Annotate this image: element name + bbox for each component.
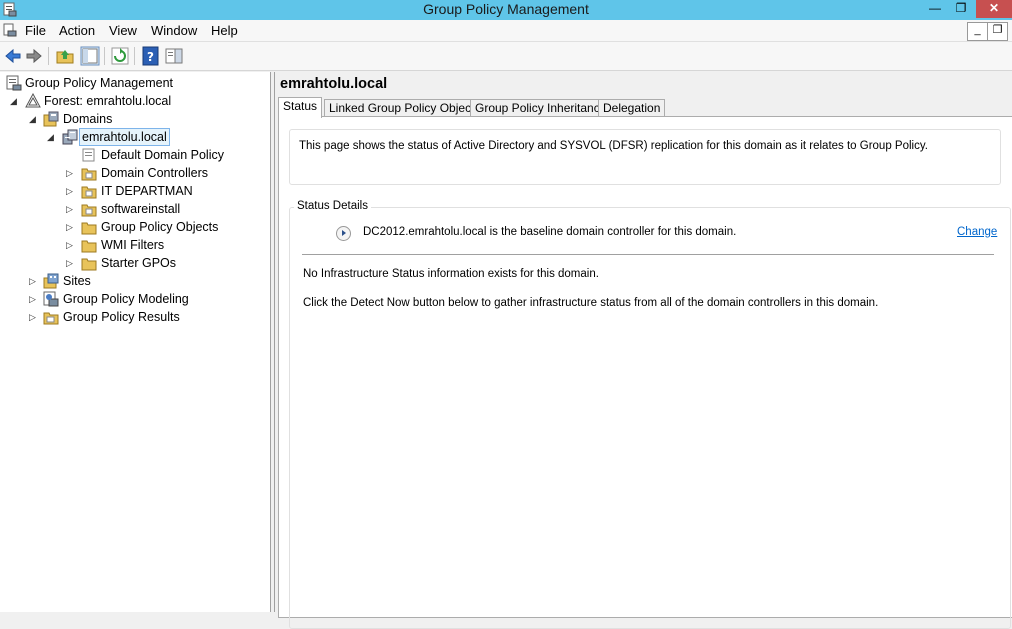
tree-node-it-departman[interactable]: ▷ IT DEPARTMAN [0,182,260,200]
pane-splitter[interactable] [271,72,275,612]
status-details-group: Status Details DC2012.emrahtolu.local is… [289,200,1011,629]
tree-label: IT DEPARTMAN [101,184,193,198]
sites-icon [43,273,59,289]
ou-folder-icon [81,186,97,199]
tree-label: Domains [63,112,113,126]
toolbar-separator [104,47,105,65]
tab-linked-gpos[interactable]: Linked Group Policy Objects [324,99,486,117]
title-bar: Group Policy Management — ❐ ✕ [0,0,1012,20]
svg-text:?: ? [147,50,154,64]
forest-icon [25,93,41,108]
menu-window[interactable]: Window [151,23,197,38]
tree-label: Forest: emrahtolu.local [44,94,172,108]
tab-delegation[interactable]: Delegation [598,99,666,117]
tree-label: softwareinstall [101,202,181,216]
gpo-link-icon [82,148,95,162]
menu-action[interactable]: Action [59,23,95,38]
domain-icon [62,129,78,145]
folder-icon [81,240,97,253]
expand-arrow-icon[interactable]: ▷ [66,200,76,218]
console-tree: Group Policy Management ◢ Forest: emraht… [0,72,271,612]
menu-help[interactable]: Help [211,23,238,38]
up-folder-icon[interactable] [55,46,75,66]
refresh-icon[interactable] [110,46,130,66]
tree-label: Group Policy Objects [101,220,219,234]
minimize-button[interactable]: — [922,0,948,18]
mdi-minimize-button[interactable]: _ [967,22,988,41]
tree-node-default-domain-policy[interactable]: Default Domain Policy [0,146,260,164]
status-tab-panel: This page shows the status of Active Dir… [278,116,1012,629]
menu-file[interactable]: File [25,23,46,38]
status-details-label: Status Details [294,200,371,212]
tree-label: Group Policy Modeling [63,292,189,306]
baseline-dc-text: DC2012.emrahtolu.local is the baseline d… [363,226,737,238]
tree-label: Group Policy Management [25,76,173,90]
domains-icon [43,111,59,127]
tree-node-group-policy-modeling[interactable]: ▷ Group Policy Modeling [0,290,260,308]
tree-node-forest[interactable]: ◢ Forest: emrahtolu.local [0,92,260,110]
show-hide-tree-icon[interactable] [80,46,100,66]
info-text: This page shows the status of Active Dir… [299,140,928,152]
folder-icon [81,222,97,235]
expand-arrow-icon[interactable]: ▷ [66,164,76,182]
gpmc-icon [6,75,22,91]
no-info-text: No Infrastructure Status information exi… [303,268,599,280]
tree-label: WMI Filters [101,238,165,252]
details-pane: emrahtolu.local Status Linked Group Poli… [276,72,1012,629]
toolbar-separator [134,47,135,65]
mdi-document-icon[interactable] [3,23,17,37]
action-pane-icon[interactable] [164,46,184,66]
collapse-arrow-icon[interactable]: ◢ [29,110,39,128]
tree-node-group-policy-results[interactable]: ▷ Group Policy Results [0,308,260,326]
back-icon[interactable] [3,46,23,66]
tab-gp-inheritance[interactable]: Group Policy Inheritance [470,99,612,117]
expand-arrow-icon[interactable]: ▷ [66,182,76,200]
toolbar-separator [48,47,49,65]
menu-bar: File Action View Window Help _ ❐ [0,20,1012,42]
tree-node-domain[interactable]: ◢ emrahtolu.local [0,128,260,146]
expand-arrow-icon[interactable]: ▷ [29,272,39,290]
tree-label: Domain Controllers [101,166,208,180]
mdi-restore-button[interactable]: ❐ [987,22,1008,41]
tree-node-wmi-filters[interactable]: ▷ WMI Filters [0,236,260,254]
toolbar: ? [0,42,1012,71]
tree-label: Default Domain Policy [101,148,224,162]
page-title: emrahtolu.local [280,76,388,92]
tree-label: emrahtolu.local [79,128,170,146]
menu-view[interactable]: View [109,23,137,38]
tree-node-domains[interactable]: ◢ Domains [0,110,260,128]
ou-folder-icon [81,204,97,217]
close-button[interactable]: ✕ [976,0,1012,18]
tree-node-domain-controllers[interactable]: ▷ Domain Controllers [0,164,260,182]
change-link[interactable]: Change [957,226,997,238]
info-box: This page shows the status of Active Dir… [289,129,1001,185]
expand-arrow-icon[interactable]: ▷ [29,290,39,308]
tree-label: Starter GPOs [101,256,177,270]
expand-arrow-icon[interactable]: ▷ [66,236,76,254]
tree-node-group-policy-objects[interactable]: ▷ Group Policy Objects [0,218,260,236]
expand-arrow-icon[interactable]: ▷ [66,218,76,236]
window-title: Group Policy Management [423,1,589,17]
tree-node-starter-gpos[interactable]: ▷ Starter GPOs [0,254,260,272]
tree-node-sites[interactable]: ▷ Sites [0,272,260,290]
tree-node-softwareinstall[interactable]: ▷ softwareinstall [0,200,260,218]
divider [302,254,994,255]
help-icon[interactable]: ? [141,46,161,66]
detect-now-hint: Click the Detect Now button below to gat… [303,297,879,309]
tree-node-root[interactable]: Group Policy Management [0,74,260,92]
collapse-arrow-icon[interactable]: ◢ [10,92,20,110]
modeling-icon [43,291,59,307]
collapse-arrow-icon[interactable]: ◢ [47,128,57,146]
folder-icon [81,258,97,271]
tab-status[interactable]: Status [278,97,323,118]
expand-arrow-icon[interactable]: ▷ [66,254,76,272]
results-icon [43,312,59,325]
tree-label: Group Policy Results [63,310,180,324]
expand-details-icon[interactable] [336,226,351,241]
ou-folder-icon [81,168,97,181]
forward-icon[interactable] [24,46,44,66]
expand-arrow-icon[interactable]: ▷ [29,308,39,326]
tree-label: Sites [63,274,91,288]
restore-button[interactable]: ❐ [948,0,974,18]
